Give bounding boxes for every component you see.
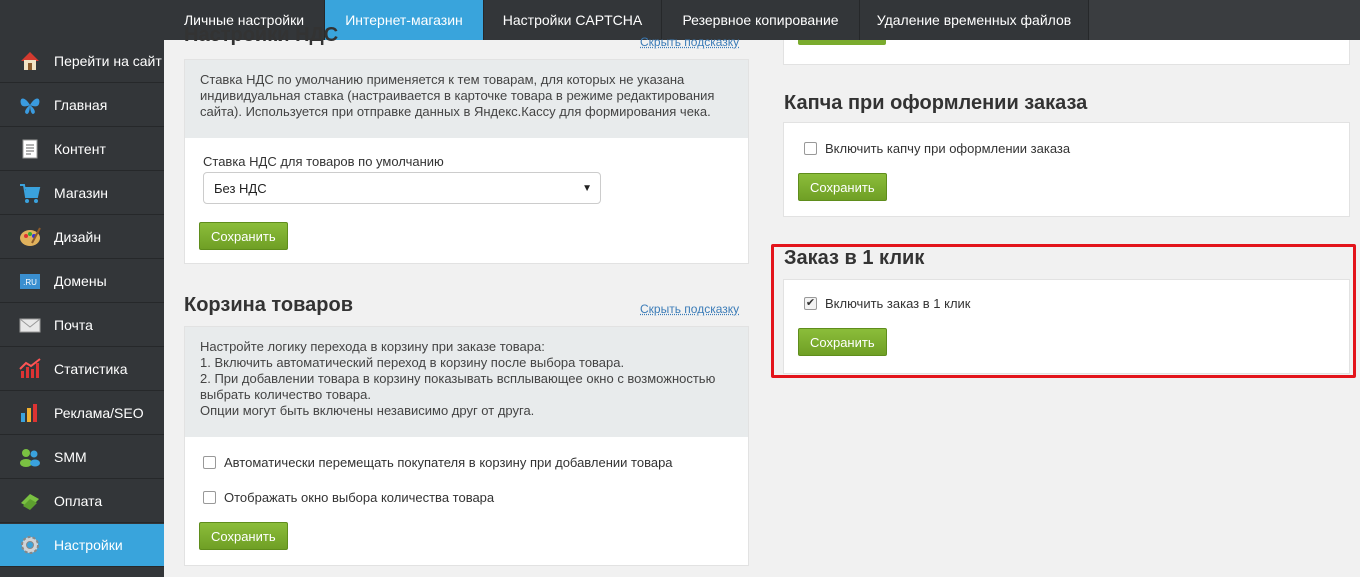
vat-description: Ставка НДС по умолчанию применяется к те… bbox=[185, 60, 748, 138]
sidebar-item-mail[interactable]: Почта bbox=[0, 304, 164, 347]
sidebar-item-go-to-site[interactable]: Перейти на сайт bbox=[0, 40, 164, 83]
auto-move-to-cart-label: Автоматически перемещать покупателя в ко… bbox=[224, 455, 673, 470]
sidebar-item-label: Настройки bbox=[54, 537, 123, 553]
quantity-window-checkbox[interactable] bbox=[203, 491, 216, 504]
sidebar-item-label: Дизайн bbox=[54, 229, 102, 245]
sidebar-item-content[interactable]: Контент bbox=[0, 128, 164, 171]
sidebar-item-label: Контент bbox=[54, 141, 106, 157]
checkmark-icon: ✔ bbox=[805, 297, 816, 309]
sidebar-item-domains[interactable]: .RU Домены bbox=[0, 260, 164, 303]
oneclick-section-title: Заказ в 1 клик bbox=[784, 247, 925, 269]
cart-description-line: 1. Включить автоматический переход в кор… bbox=[200, 355, 625, 370]
cart-description-line: Опции могут быть включены независимо дру… bbox=[200, 403, 535, 418]
sidebar-item-payment[interactable]: Оплата bbox=[0, 480, 164, 523]
palette-icon bbox=[17, 224, 43, 250]
oneclick-checkbox[interactable]: ✔ bbox=[804, 297, 817, 310]
vat-hide-hint-link[interactable]: Скрыть подсказку bbox=[640, 35, 739, 49]
people-icon bbox=[17, 444, 43, 470]
stats-icon bbox=[17, 356, 43, 382]
money-icon bbox=[17, 488, 43, 514]
sidebar-item-design[interactable]: Дизайн bbox=[0, 216, 164, 259]
cart-description-line: выбрать количество товара. bbox=[200, 387, 371, 402]
quantity-window-option[interactable]: Отображать окно выбора количества товара bbox=[203, 490, 494, 505]
sidebar-item-settings[interactable]: Настройки bbox=[0, 524, 164, 567]
ru-domain-icon: .RU bbox=[17, 268, 43, 294]
vat-rate-selected-value: Без НДС bbox=[214, 180, 267, 196]
sidebar-item-label: Статистика bbox=[54, 361, 128, 377]
sidebar-item-label: Почта bbox=[54, 317, 93, 333]
sidebar: Перейти на сайт Главная Контент Магазин … bbox=[0, 40, 164, 577]
cart-description-line: 2. При добавлении товара в корзину показ… bbox=[200, 371, 716, 386]
vat-description-line: индивидуальная ставка (настраивается в к… bbox=[200, 88, 715, 103]
vat-save-button[interactable]: Сохранить bbox=[199, 222, 288, 250]
tab-backup[interactable]: Резервное копирование bbox=[662, 0, 860, 40]
sidebar-item-label: Домены bbox=[54, 273, 107, 289]
oneclick-card: ✔ Включить заказ в 1 клик Сохранить bbox=[783, 279, 1350, 374]
captcha-option[interactable]: Включить капчу при оформлении заказа bbox=[804, 141, 1070, 156]
home-icon bbox=[17, 48, 43, 74]
sidebar-item-home[interactable]: Главная bbox=[0, 84, 164, 127]
captcha-checkbox[interactable] bbox=[804, 142, 817, 155]
sidebar-item-smm[interactable]: SMM bbox=[0, 436, 164, 479]
tab-delete-temp-files[interactable]: Удаление временных файлов bbox=[860, 0, 1089, 40]
previous-section-card bbox=[783, 40, 1350, 65]
oneclick-save-button[interactable]: Сохранить bbox=[798, 328, 887, 356]
sidebar-item-label: Реклама/SEO bbox=[54, 405, 144, 421]
cart-hide-hint-link[interactable]: Скрыть подсказку bbox=[640, 302, 739, 316]
cart-card: Настройте логику перехода в корзину при … bbox=[184, 326, 749, 566]
auto-move-to-cart-checkbox[interactable] bbox=[203, 456, 216, 469]
vat-rate-select[interactable]: Без НДС ▼ bbox=[203, 172, 601, 204]
sidebar-item-label: Магазин bbox=[54, 185, 109, 201]
cart-save-button[interactable]: Сохранить bbox=[199, 522, 288, 550]
cart-section-title: Корзина товаров bbox=[184, 294, 354, 316]
sidebar-item-label: Оплата bbox=[54, 493, 103, 509]
document-icon bbox=[17, 136, 43, 162]
previous-save-button-edge[interactable] bbox=[798, 40, 886, 45]
gear-icon bbox=[17, 532, 43, 558]
tab-captcha-settings[interactable]: Настройки CAPTCHA bbox=[484, 0, 662, 40]
oneclick-option[interactable]: ✔ Включить заказ в 1 клик bbox=[804, 296, 970, 311]
auto-move-to-cart-option[interactable]: Автоматически перемещать покупателя в ко… bbox=[203, 455, 673, 470]
captcha-save-button[interactable]: Сохранить bbox=[798, 173, 887, 201]
sidebar-item-ads-seo[interactable]: Реклама/SEO bbox=[0, 392, 164, 435]
vat-description-line: Ставка НДС по умолчанию применяется к те… bbox=[200, 72, 685, 87]
sidebar-item-statistics[interactable]: Статистика bbox=[0, 348, 164, 391]
cart-description: Настройте логику перехода в корзину при … bbox=[185, 327, 748, 437]
captcha-card: Включить капчу при оформлении заказа Сох… bbox=[783, 122, 1350, 217]
bar-chart-icon bbox=[17, 400, 43, 426]
envelope-icon bbox=[17, 312, 43, 338]
oneclick-option-label: Включить заказ в 1 клик bbox=[825, 296, 971, 311]
vat-section-title: Настройки НДС bbox=[184, 24, 339, 46]
svg-text:.RU: .RU bbox=[23, 278, 37, 287]
sidebar-item-label: Перейти на сайт bbox=[54, 53, 162, 69]
vat-card: Ставка НДС по умолчанию применяется к те… bbox=[184, 59, 749, 264]
vat-description-line: сайта). Используется при отправке данных… bbox=[200, 104, 711, 119]
butterfly-icon bbox=[17, 92, 43, 118]
captcha-section-title: Капча при оформлении заказа bbox=[784, 92, 1088, 114]
sidebar-item-store[interactable]: Магазин bbox=[0, 172, 164, 215]
quantity-window-label: Отображать окно выбора количества товара bbox=[224, 490, 495, 505]
vat-field-label: Ставка НДС для товаров по умолчанию bbox=[203, 154, 444, 169]
tab-bar-filler bbox=[1089, 0, 1360, 40]
cart-icon bbox=[17, 180, 43, 206]
tab-online-store[interactable]: Интернет-магазин bbox=[325, 0, 484, 40]
sidebar-item-label: Главная bbox=[54, 97, 108, 113]
cart-description-line: Настройте логику перехода в корзину при … bbox=[200, 339, 545, 354]
dropdown-arrow-icon: ▼ bbox=[582, 182, 592, 194]
captcha-option-label: Включить капчу при оформлении заказа bbox=[825, 141, 1071, 156]
sidebar-item-label: SMM bbox=[54, 449, 87, 465]
